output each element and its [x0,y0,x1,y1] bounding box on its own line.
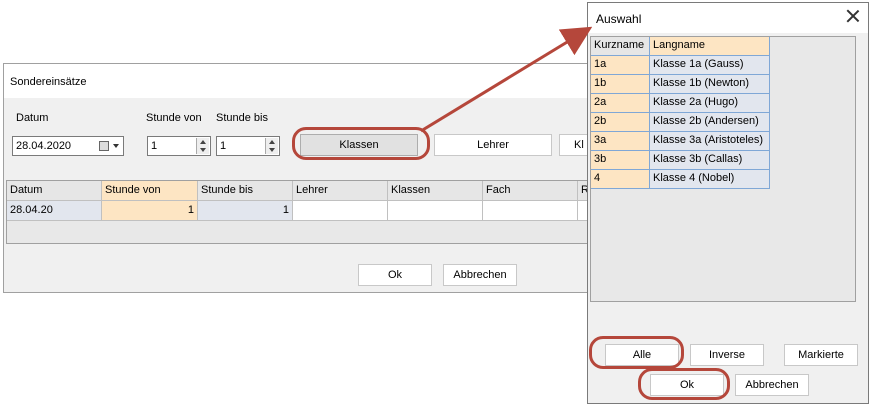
item-short: 1a [591,56,650,75]
item-long: Klasse 3b (Callas) [650,151,770,170]
stunde-bis-stepper[interactable]: 1 [216,136,280,156]
item-long: Klasse 4 (Nobel) [650,170,770,189]
auswahl-dialog: Auswahl Kurzname Langname 1a Klasse 1a (… [587,2,869,404]
spin-up-icon[interactable] [269,140,275,144]
stunde-bis-label: Stunde bis [216,112,268,124]
auswahl-list: Kurzname Langname 1a Klasse 1a (Gauss) 1… [590,36,856,302]
spin-up-icon[interactable] [200,140,206,144]
dialog-cancel-button[interactable]: Abbrechen [735,374,809,396]
date-value: 28.04.2020 [16,140,72,152]
cell-stunde-von[interactable]: 1 [102,201,198,221]
item-long: Klasse 2a (Hugo) [650,94,770,113]
cell-fach[interactable] [483,201,578,221]
item-short: 4 [591,170,650,189]
spin-down-icon[interactable] [269,148,275,152]
datum-label: Datum [16,112,49,124]
stunde-von-spinner[interactable] [196,138,209,154]
inverse-button[interactable]: Inverse [690,344,764,366]
col-header-stunde-von[interactable]: Stunde von [102,181,198,201]
cancel-button[interactable]: Abbrechen [443,264,517,286]
stunde-bis-spinner[interactable] [265,138,278,154]
grid-empty-area [7,221,589,243]
close-icon[interactable] [846,9,860,23]
lehrer-button[interactable]: Lehrer [434,134,552,156]
stunde-bis-value: 1 [220,140,227,152]
item-short: 3b [591,151,650,170]
col-header-stunde-bis[interactable]: Stunde bis [198,181,293,201]
dialog-title-bar: Auswahl [588,3,868,33]
ok-button[interactable]: Ok [358,264,432,286]
item-short: 2a [591,94,650,113]
item-long: Klasse 1b (Newton) [650,75,770,94]
item-long: Klasse 3a (Aristoteles) [650,132,770,151]
cell-stunde-bis[interactable]: 1 [198,201,293,221]
stunde-von-value: 1 [151,140,158,152]
markierte-button[interactable]: Markierte [784,344,858,366]
item-long: Klasse 2b (Andersen) [650,113,770,132]
dialog-title: Auswahl [596,12,642,26]
col-header-klassen[interactable]: Klassen [388,181,483,201]
window-title-bar: Sondereinsätze [4,64,602,98]
item-long: Klasse 1a (Gauss) [650,56,770,75]
col-header-fach[interactable]: Fach [483,181,578,201]
item-short: 2b [591,113,650,132]
stunde-von-stepper[interactable]: 1 [147,136,211,156]
col-header-datum[interactable]: Datum [7,181,102,201]
item-short: 1b [591,75,650,94]
dropdown-arrow-icon[interactable] [113,144,119,148]
sondereinsaetze-grid: Datum Stunde von Stunde bis Lehrer Klass… [6,180,590,244]
col-header-kurzname[interactable]: Kurzname [591,37,650,56]
klassen-button[interactable]: Klassen [300,134,418,156]
window-title: Sondereinsätze [10,76,87,88]
stunde-von-label: Stunde von [146,112,202,124]
item-short: 3a [591,132,650,151]
col-header-lehrer[interactable]: Lehrer [293,181,388,201]
alle-button[interactable]: Alle [605,344,679,366]
cell-datum[interactable]: 28.04.20 [7,201,102,221]
dialog-ok-button[interactable]: Ok [650,374,724,396]
cell-klassen[interactable] [388,201,483,221]
col-header-langname[interactable]: Langname [650,37,770,56]
cell-lehrer[interactable] [293,201,388,221]
date-picker[interactable]: 28.04.2020 [12,136,124,156]
calendar-icon[interactable] [99,141,109,151]
spin-down-icon[interactable] [200,148,206,152]
sondereinsaetze-window: Sondereinsätze Datum Stunde von Stunde b… [3,63,603,293]
